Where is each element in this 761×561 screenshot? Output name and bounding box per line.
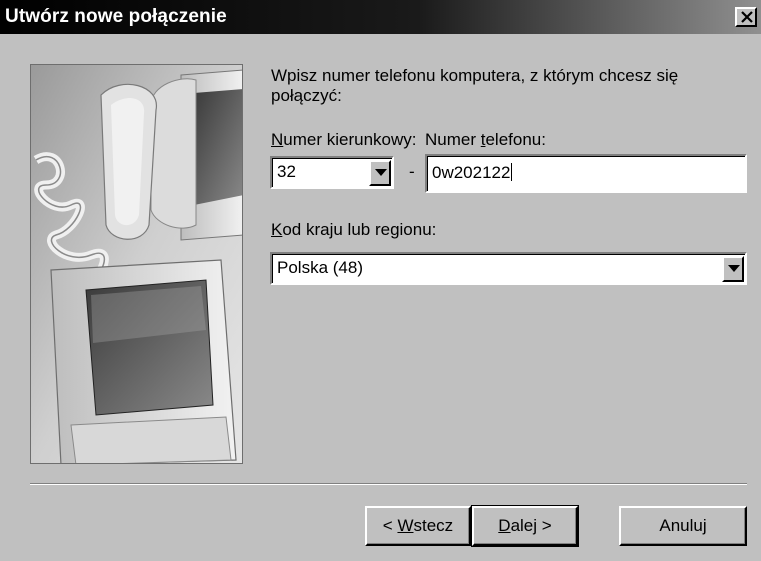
area-code-value: 32 [277,162,296,181]
back-button[interactable]: < Wstecz [365,506,471,546]
country-code-label: Kod kraju lub regionu: [271,220,436,240]
country-dropdown-button[interactable] [722,256,744,282]
cancel-button[interactable]: Anuluj [619,506,747,546]
country-code-combobox[interactable]: Polska (48) [270,252,747,285]
cancel-button-label: Anuluj [659,516,707,535]
close-button[interactable] [735,7,757,27]
chevron-down-icon [375,169,387,176]
window-title: Utwórz nowe połączenie [5,6,227,27]
instruction-text: Wpisz numer telefonu komputera, z którym… [271,66,679,105]
phone-number-label: Numer telefonu: [425,130,546,150]
close-icon [741,11,753,23]
phone-label-pre: Numer [425,130,481,149]
computers-illustration [31,65,242,463]
area-code-label: Numer kierunkowy: [271,130,417,150]
country-code-value: Polska (48) [277,258,363,277]
text-caret [511,163,513,181]
title-bar: Utwórz nowe połączenie [0,0,761,34]
area-phone-separator: - [409,162,415,181]
area-code-combobox[interactable]: 32 [270,156,394,189]
chevron-down-icon [728,265,740,272]
button-separator [30,483,747,485]
next-button[interactable]: Dalej > [471,505,579,547]
area-code-dropdown-button[interactable] [369,160,391,186]
phone-number-input[interactable]: 0w202122 [425,154,747,193]
area-code-label-mnemonic: N [271,130,284,149]
wizard-illustration [30,64,243,464]
country-label-mnemonic: K [271,220,283,239]
next-button-label: Dalej > [498,516,552,535]
phone-label-rest: elefonu: [485,130,546,149]
country-label-rest: od kraju lub regionu: [282,220,437,239]
area-code-label-rest: umer kierunkowy: [283,130,417,149]
back-button-label: < Wstecz [382,516,454,535]
phone-number-value: 0w202122 [432,163,511,182]
